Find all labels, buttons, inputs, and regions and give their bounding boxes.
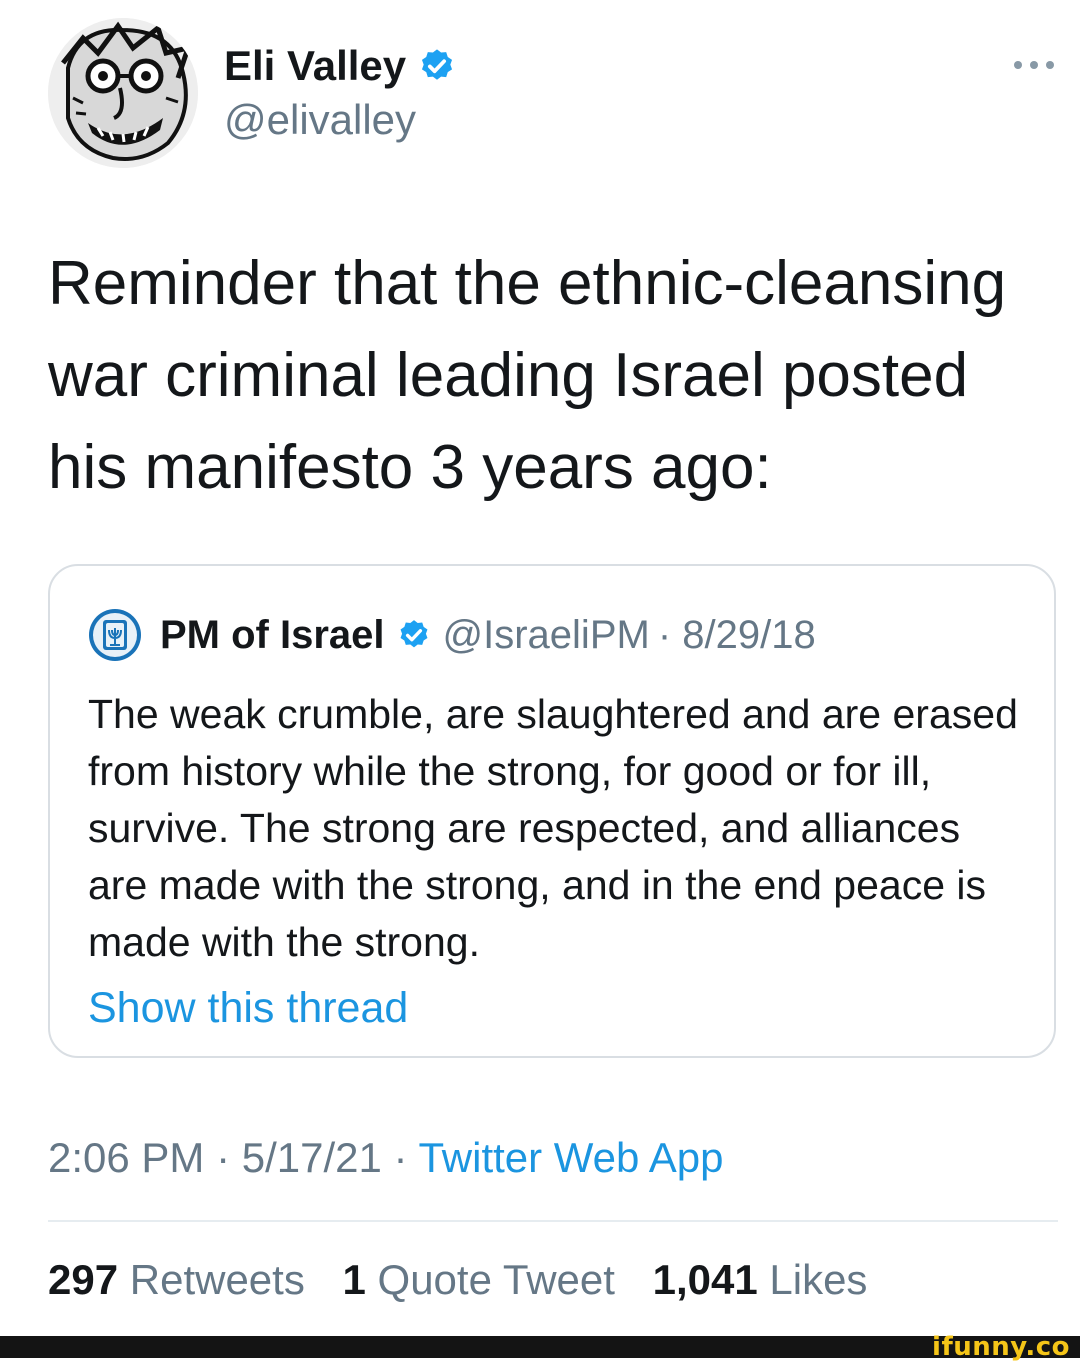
avatar[interactable] bbox=[48, 18, 198, 168]
quoted-tweet-date: · 8/29/18 bbox=[657, 612, 816, 657]
retweets-stat[interactable]: 297 Retweets bbox=[48, 1256, 331, 1303]
engagement-stats: 297 Retweets 1 Quote Tweet 1,041 Likes bbox=[48, 1256, 893, 1304]
likes-label: Likes bbox=[769, 1256, 868, 1303]
tweet-meta: 2:06 PM · 5/17/21 · Twitter Web App bbox=[48, 1134, 723, 1182]
show-thread-link[interactable]: Show this thread bbox=[88, 984, 408, 1033]
more-options-icon[interactable] bbox=[1010, 50, 1058, 80]
tweet-text: Reminder that the ethnic-cleansing war c… bbox=[48, 249, 1007, 502]
author-name[interactable]: Eli Valley bbox=[224, 42, 456, 90]
retweets-label: Retweets bbox=[129, 1256, 305, 1303]
likes-count: 1,041 bbox=[652, 1256, 758, 1303]
quoted-tweet-card[interactable]: PM of Israel @IsraeliPM · 8/29/18 The we… bbox=[48, 564, 1056, 1058]
quote-tweets-label: Quote Tweet bbox=[377, 1256, 615, 1303]
author-name-text: Eli Valley bbox=[224, 42, 407, 89]
israel-emblem-icon[interactable] bbox=[88, 608, 142, 662]
verified-badge-icon bbox=[400, 620, 427, 648]
quote-tweets-count: 1 bbox=[342, 1256, 366, 1303]
author-handle[interactable]: @elivalley bbox=[224, 96, 416, 144]
divider bbox=[48, 1220, 1058, 1222]
quoted-verified-badge bbox=[397, 618, 431, 652]
likes-stat[interactable]: 1,041 Likes bbox=[653, 1256, 894, 1303]
tweet-timestamp[interactable]: 2:06 PM · 5/17/21 · bbox=[48, 1134, 418, 1181]
quoted-author-handle[interactable]: @IsraeliPM bbox=[443, 613, 650, 658]
verified-badge-icon bbox=[422, 49, 453, 80]
footer-bar: ifunny.co bbox=[0, 1332, 1080, 1362]
quoted-author-name[interactable]: PM of Israel bbox=[160, 613, 385, 658]
quote-tweets-stat[interactable]: 1 Quote Tweet bbox=[343, 1256, 641, 1303]
quoted-tweet-text: The weak crumble, are slaughtered and ar… bbox=[88, 691, 1018, 965]
caricature-avatar-icon bbox=[48, 18, 198, 168]
tweet-source-link[interactable]: Twitter Web App bbox=[418, 1134, 723, 1181]
quoted-tweet-header: PM of Israel @IsraeliPM · 8/29/18 bbox=[88, 608, 816, 662]
retweets-count: 297 bbox=[48, 1256, 119, 1303]
